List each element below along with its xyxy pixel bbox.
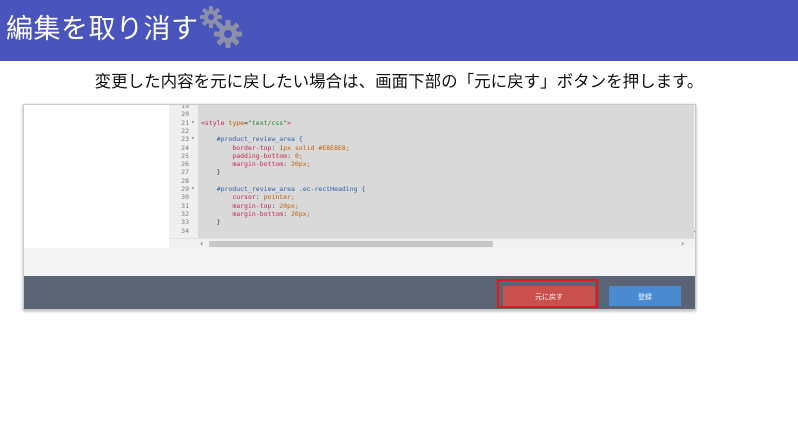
code-line: 34 [169,227,689,235]
line-number: 32 [181,209,189,218]
code-text: cursor: pointer; [232,193,295,202]
line-number: 31 [181,201,189,210]
scroll-thumb[interactable] [209,241,493,247]
scroll-right-icon[interactable]: › [681,240,684,248]
fold-arrow-icon[interactable]: ▾ [191,119,195,127]
title-bar: 編集を取り消す [0,0,798,61]
code-text: } [201,168,221,177]
scroll-left-icon[interactable]: ‹ [200,240,203,248]
line-number: 34 [181,226,189,235]
code-line: 32 margin-bottom: 20px; [169,210,689,218]
fold-arrow-icon[interactable]: ▾ [191,135,195,143]
code-line: 25 padding-bottom: 0; [169,152,689,160]
slide-title: 編集を取り消す [6,14,199,45]
gears-icon [200,6,242,48]
code-text: margin-bottom: 20px; [232,160,311,169]
screenshot-panel: 19 20 21 ▾ <style type="text/css"> 22 23 ▾ #pro… [23,104,696,310]
line-number: 23 [181,135,189,144]
code-text: #product_review_area .ec-rectHeading { [201,185,366,193]
content-area [24,248,695,276]
line-number: 22 [181,126,189,135]
code-line: 30 cursor: pointer; [169,193,689,201]
code-text: border-top: 1px solid #E8E8E8; [232,143,350,152]
line-number: 25 [181,151,189,160]
line-number: 26 [181,160,189,169]
code-line: 33 } [169,218,689,226]
code-text: margin-bottom: 20px; [232,209,311,218]
code-line: 29 ▾ #product_review_area .ec-rectHeading… [169,185,689,193]
revert-button[interactable]: 元に戻す [503,286,595,306]
code-line: 21 ▾ <style type="text/css"> [169,119,689,127]
code-text: #product_review_area { [201,135,303,144]
code-text: margin-top: 20px; [232,201,299,210]
scroll-down-icon[interactable]: ▾ [694,229,695,237]
line-number: 33 [181,218,189,227]
code-line: 28 [169,177,689,185]
instruction-text: 変更した内容を元に戻したい場合は、画面下部の「元に戻す」ボタンを押します。 [94,72,704,91]
code-line: 22 [169,127,689,135]
line-number: 21 [181,118,189,127]
code-line: 31 margin-top: 20px; [169,202,689,210]
code-line: 26 margin-bottom: 20px; [169,160,689,168]
code-line: 20 [169,110,689,118]
code-text: } [201,218,221,227]
register-button[interactable]: 登録 [609,286,681,306]
code-text: padding-bottom: 0; [232,151,303,160]
fold-arrow-icon[interactable]: ▾ [191,185,195,193]
code-line: 24 border-top: 1px solid #E8E8E8; [169,144,689,152]
line-number: 20 [181,110,189,119]
code-text: <style type="text/css"> [201,118,292,127]
line-number: 28 [181,176,189,185]
code-line: 27 } [169,168,689,176]
line-number: 27 [181,168,189,177]
vertical-scrollbar[interactable]: ▾ [694,105,695,238]
line-number: 29 [181,185,189,193]
code-editor[interactable]: 19 20 21 ▾ <style type="text/css"> 22 23 ▾ #pro… [169,105,695,249]
code-line: 23 ▾ #product_review_area { [169,135,689,143]
line-number: 30 [181,193,189,202]
line-number: 24 [181,143,189,152]
